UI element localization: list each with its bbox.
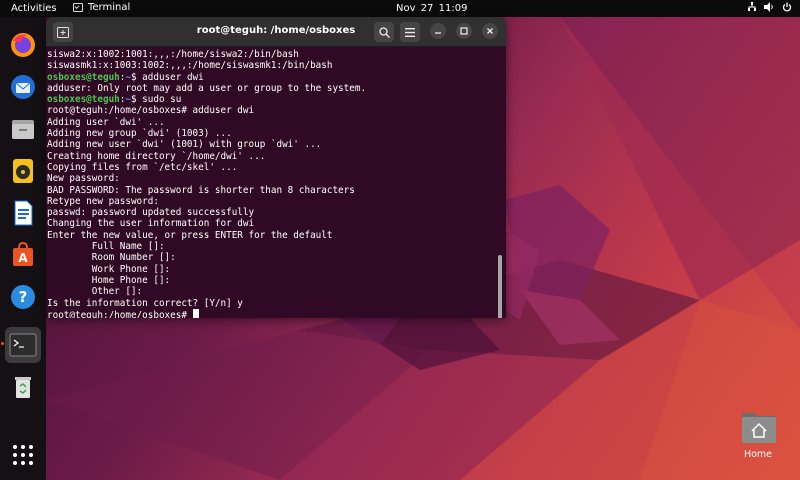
volume-icon[interactable]	[764, 2, 775, 12]
terminal-line: root@teguh:/home/osboxes# adduser dwi	[47, 105, 255, 117]
terminal-window[interactable]: root@teguh: /home/osboxes siswa2:x:1002:…	[46, 17, 506, 318]
clock-time: 11:09	[438, 3, 468, 14]
files-icon	[12, 120, 34, 139]
writer-icon	[14, 200, 33, 226]
terminal-scrollbar[interactable]	[498, 255, 502, 318]
thunderbird-icon	[11, 75, 35, 99]
maximize-button[interactable]	[456, 23, 472, 39]
svg-text:?: ?	[19, 288, 28, 306]
software-icon: A	[13, 241, 33, 266]
terminal-line: Adding new user `dwi' (1001) with group …	[47, 139, 322, 151]
terminal-line: Enter the new value, or press ENTER for …	[47, 229, 333, 241]
search-button[interactable]	[374, 22, 394, 42]
running-indicator	[1, 342, 4, 345]
terminal-line: osboxes@teguh:~$ sudo su	[47, 94, 506, 105]
minimize-icon	[435, 32, 441, 34]
search-icon	[378, 26, 390, 38]
app-menu-label: Terminal	[88, 2, 131, 13]
top-bar: Activities Terminal Nov 27 11:09	[0, 0, 800, 17]
rhythmbox-icon	[13, 159, 33, 183]
root-prompt: root@teguh:/home/osboxes#	[47, 309, 193, 318]
terminal-line: Home Phone []:	[47, 274, 171, 286]
svg-text:A: A	[18, 251, 28, 265]
terminal-line: Adding user `dwi' ...	[47, 116, 165, 128]
terminal-line: BAD PASSWORD: The password is shorter th…	[47, 184, 355, 196]
dock-thunderbird[interactable]	[5, 69, 41, 105]
terminal-lines: siswa2:x:1002:1001:,,,:/home/siswa2:/bin…	[47, 49, 506, 309]
prompt-user: osboxes@teguh	[47, 94, 120, 106]
terminal-line: Room Number []:	[47, 252, 176, 264]
terminal-line: adduser: Only root may add a user or gro…	[47, 82, 367, 94]
dock-trash[interactable]	[5, 369, 41, 405]
terminal-line: Work Phone []:	[47, 263, 171, 275]
firefox-icon	[11, 33, 35, 57]
terminal-icon	[9, 333, 37, 357]
terminal-line: siswa2:x:1002:1001:,,,:/home/siswa2:/bin…	[47, 49, 299, 60]
network-icon[interactable]	[747, 2, 757, 12]
close-button[interactable]	[482, 23, 498, 39]
menu-button[interactable]	[400, 22, 420, 42]
terminal-line: Copying files from `/etc/skel' ...	[47, 161, 238, 173]
terminal-line: Adding new group `dwi' (1003) ...	[47, 128, 232, 140]
close-icon	[487, 28, 493, 34]
dock-rhythmbox[interactable]	[5, 153, 41, 189]
maximize-icon	[460, 27, 468, 35]
dock-writer[interactable]	[5, 195, 41, 231]
terminal-line: Retype new password:	[47, 195, 159, 207]
terminal-line: Is the information correct? [Y/n] y	[47, 297, 243, 309]
terminal-line: Other []:	[47, 286, 143, 298]
dock-terminal[interactable]	[5, 327, 41, 363]
clock[interactable]: Nov 27 11:09	[396, 3, 467, 14]
terminal-line: New password:	[47, 173, 120, 185]
terminal-line: Creating home directory `/home/dwi' ...	[47, 150, 266, 162]
prompt-command: $ adduser dwi	[130, 71, 204, 83]
dock-firefox[interactable]	[5, 27, 41, 63]
apps-grid-icon	[13, 445, 33, 465]
desktop-home-label: Home	[743, 449, 773, 460]
dock-software[interactable]: A	[5, 237, 41, 273]
terminal-app-icon	[73, 3, 83, 12]
text-cursor	[192, 308, 199, 318]
terminal-output[interactable]: siswa2:x:1002:1001:,,,:/home/siswa2:/bin…	[46, 48, 506, 318]
dock: A ?	[0, 17, 46, 480]
terminal-line: Changing the user information for dwi	[47, 218, 255, 230]
terminal-line: Full Name []:	[47, 241, 165, 253]
home-folder-icon	[742, 413, 776, 443]
terminal-line: osboxes@teguh:~$ adduser dwi	[47, 72, 506, 83]
power-icon[interactable]	[782, 2, 792, 12]
help-icon: ?	[11, 285, 35, 309]
minimize-button[interactable]	[430, 23, 446, 39]
desktop-home-folder[interactable]	[739, 409, 779, 449]
terminal-current-line: root@teguh:/home/osboxes#	[47, 308, 506, 318]
hamburger-menu-icon	[405, 27, 415, 37]
activities-button[interactable]: Activities	[11, 3, 57, 14]
terminal-headerbar[interactable]: root@teguh: /home/osboxes	[46, 17, 506, 47]
dock-files[interactable]	[5, 111, 41, 147]
system-tray[interactable]	[747, 2, 792, 12]
app-menu[interactable]: Terminal	[73, 2, 130, 13]
terminal-line: passwd: password updated successfully	[47, 207, 255, 219]
prompt-user: osboxes@teguh	[47, 71, 120, 83]
trash-icon	[15, 377, 31, 398]
dock-help[interactable]: ?	[5, 279, 41, 315]
terminal-line: siswasmk1:x:1003:1002:,,,:/home/siswasmk…	[47, 60, 333, 72]
show-apps-button[interactable]	[5, 437, 41, 473]
clock-date: Nov 27	[396, 3, 434, 14]
prompt-command: $ sudo su	[130, 94, 182, 106]
